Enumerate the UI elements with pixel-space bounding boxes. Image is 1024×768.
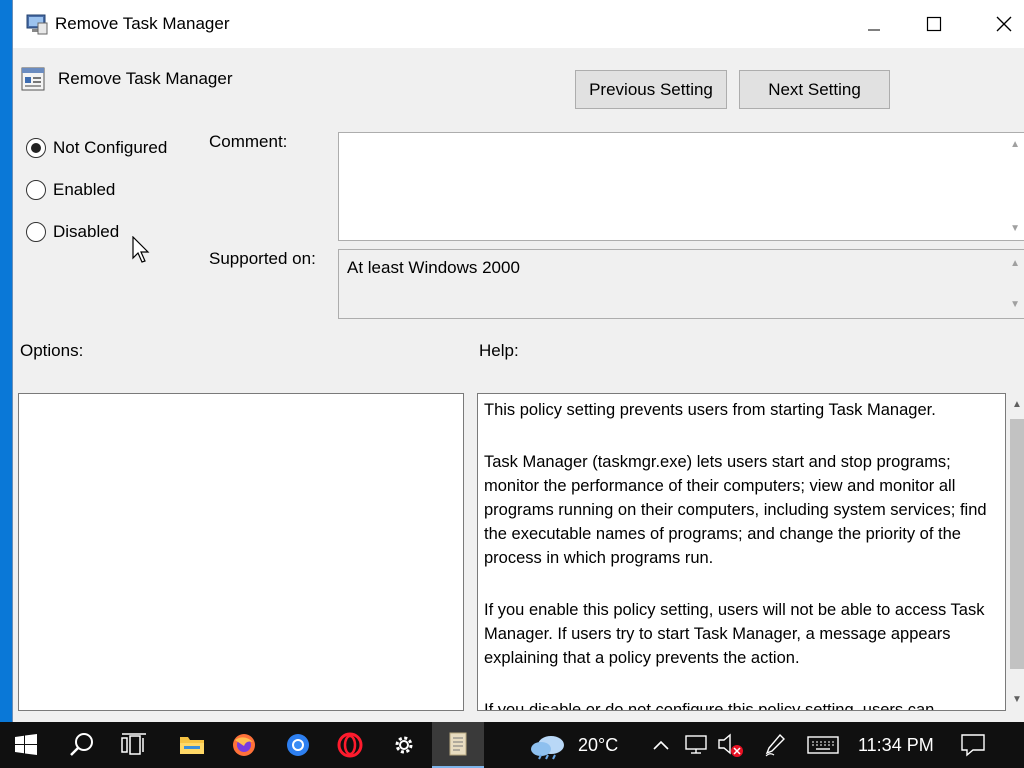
scroll-up-icon[interactable]: ▲ — [1010, 139, 1020, 150]
opera-icon — [337, 732, 363, 758]
opera-button[interactable] — [324, 722, 376, 768]
network-button[interactable] — [682, 722, 712, 768]
policy-app-icon — [25, 12, 49, 36]
window-title: Remove Task Manager — [55, 14, 230, 33]
scroll-down-icon[interactable]: ▼ — [1010, 223, 1020, 234]
policy-editor-icon — [449, 732, 467, 756]
close-button[interactable] — [969, 0, 1024, 48]
comment-label: Comment: — [209, 132, 288, 151]
maximize-icon — [926, 16, 942, 32]
close-icon — [996, 16, 1012, 32]
chrome-icon — [287, 734, 309, 756]
help-paragraph: If you disable or do not configure this … — [484, 701, 935, 711]
minimize-icon — [868, 29, 880, 31]
start-button[interactable] — [0, 722, 52, 768]
radio-button[interactable] — [26, 222, 46, 242]
firefox-icon — [233, 734, 255, 756]
show-desktop-button[interactable] — [1016, 722, 1024, 768]
next-setting-button[interactable]: Next Setting — [739, 70, 890, 109]
task-view-icon — [121, 733, 146, 755]
show-hidden-icons-button[interactable] — [648, 722, 674, 768]
policy-setting-icon — [21, 66, 47, 92]
radio-disabled[interactable]: Disabled — [26, 222, 119, 242]
pen-workspace-button[interactable] — [760, 722, 790, 768]
policy-header: Remove Task Manager — [21, 66, 233, 92]
maximize-button[interactable] — [899, 0, 969, 48]
radio-label: Disabled — [53, 222, 120, 241]
radio-enabled[interactable]: Enabled — [26, 180, 115, 200]
help-text-panel[interactable]: This policy setting prevents users from … — [477, 393, 1006, 711]
scroll-up-icon[interactable]: ▲ — [1012, 399, 1022, 410]
help-scrollbar[interactable]: ▲ ▼ — [1009, 393, 1024, 711]
keyboard-icon — [807, 736, 839, 754]
help-paragraph: If you enable this policy setting, users… — [484, 601, 985, 667]
mouse-cursor-icon — [132, 236, 150, 263]
scroll-down-icon[interactable]: ▼ — [1012, 694, 1022, 705]
chevron-up-icon — [653, 740, 669, 750]
scroll-up-icon[interactable]: ▲ — [1010, 258, 1020, 269]
help-paragraph: Task Manager (taskmgr.exe) lets users st… — [484, 453, 987, 567]
weather-temperature: 20°C — [578, 735, 619, 755]
policy-editor-taskbar-button[interactable] — [432, 722, 484, 768]
radio-button-checked[interactable] — [26, 138, 46, 158]
taskbar-clock[interactable]: 11:34 PM — [858, 735, 934, 756]
notification-icon — [961, 734, 985, 757]
file-explorer-icon — [180, 737, 204, 754]
chrome-button[interactable] — [272, 722, 324, 768]
supported-on-value: At least Windows 2000 — [347, 258, 520, 277]
network-icon — [685, 735, 707, 754]
file-explorer-button[interactable] — [166, 722, 218, 768]
radio-button[interactable] — [26, 180, 46, 200]
search-icon — [70, 733, 93, 756]
policy-title: Remove Task Manager — [58, 69, 233, 88]
options-label: Options: — [20, 341, 84, 360]
volume-muted-icon — [718, 733, 743, 757]
touch-keyboard-button[interactable] — [804, 722, 842, 768]
help-label: Help: — [479, 341, 519, 360]
radio-label: Enabled — [53, 180, 116, 199]
previous-setting-button[interactable]: Previous Setting — [575, 70, 727, 109]
settings-icon — [395, 736, 413, 754]
supported-on-label: Supported on: — [209, 249, 316, 268]
taskbar: 20°C 11:34 PM — [0, 722, 1024, 768]
pen-icon — [765, 733, 785, 757]
options-panel[interactable] — [18, 393, 464, 711]
task-view-button[interactable] — [108, 722, 160, 768]
supported-on-field: At least Windows 2000 ▲ ▼ — [338, 249, 1024, 319]
help-paragraph: This policy setting prevents users from … — [484, 401, 936, 419]
settings-button[interactable] — [378, 722, 430, 768]
scroll-down-icon[interactable]: ▼ — [1010, 299, 1020, 310]
policy-dialog-window: Remove Task Manager Remove Task Manager … — [12, 0, 1024, 722]
firefox-button[interactable] — [218, 722, 270, 768]
weather-widget[interactable] — [524, 722, 574, 768]
radio-dot — [31, 143, 41, 153]
search-button[interactable] — [56, 722, 108, 768]
radio-label: Not Configured — [53, 138, 168, 157]
comment-textarea[interactable]: ▲ ▼ — [338, 132, 1024, 241]
action-center-button[interactable] — [948, 722, 998, 768]
windows-start-icon — [15, 734, 37, 755]
radio-not-configured[interactable]: Not Configured — [26, 138, 167, 158]
volume-button[interactable] — [716, 722, 746, 768]
scrollbar-thumb[interactable] — [1010, 419, 1024, 669]
title-bar[interactable]: Remove Task Manager — [13, 0, 1024, 48]
weather-cloud-icon — [531, 736, 564, 760]
